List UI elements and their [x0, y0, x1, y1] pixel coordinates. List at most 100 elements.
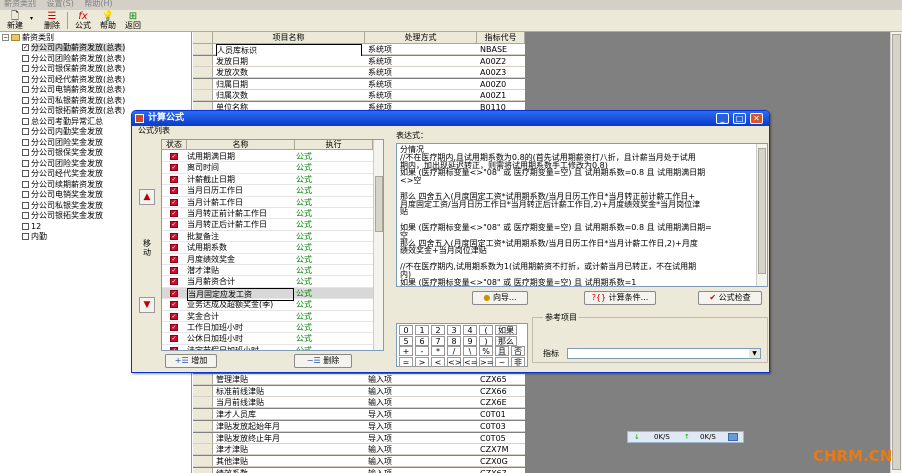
- row-indicator[interactable]: [193, 432, 213, 444]
- enabled-check-icon[interactable]: ✓: [170, 232, 178, 240]
- table-row[interactable]: 标准前线津贴 输入项 CZX66: [213, 385, 525, 397]
- formula-row[interactable]: ✓ 公休日加班小时 公式: [162, 333, 373, 345]
- tree-item[interactable]: ✓ 分公司内勤薪资发放(总表): [22, 43, 126, 53]
- key-button[interactable]: 6: [415, 335, 429, 346]
- tree-item[interactable]: 12: [22, 222, 41, 232]
- key-button[interactable]: 否: [511, 346, 525, 357]
- key-button[interactable]: 非: [511, 356, 525, 367]
- checkbox[interactable]: [22, 170, 29, 177]
- tree-item[interactable]: 分公司团险奖金发放: [22, 159, 103, 169]
- expression-scrollbar[interactable]: [756, 144, 767, 286]
- tree-item[interactable]: 分公司团险薪资发放(总表): [22, 54, 125, 64]
- checkbox[interactable]: [22, 233, 29, 240]
- grid-header-method[interactable]: 处理方式: [365, 32, 477, 44]
- enabled-check-icon[interactable]: ✓: [170, 198, 178, 206]
- checkbox[interactable]: [22, 107, 29, 114]
- formula-row[interactable]: ✓ 当月转正后计薪工作日 公式: [162, 219, 373, 231]
- monitor-icon[interactable]: [728, 433, 738, 441]
- checkbox[interactable]: [22, 212, 29, 219]
- checkbox[interactable]: [22, 75, 29, 83]
- checkbox[interactable]: [22, 138, 29, 146]
- expression-editor[interactable]: 分情况//不在医疗期内,且试用期系数为0.8的(首先试用期薪资打八折，且计薪当月…: [396, 143, 768, 287]
- tree-item[interactable]: 分公司续期薪资发放: [22, 180, 103, 190]
- checkbox[interactable]: [22, 180, 29, 188]
- grid-scroll-thumb[interactable]: [892, 34, 901, 470]
- table-row[interactable]: 归属次数 系统项 A00Z1: [213, 90, 525, 102]
- key-button[interactable]: /: [447, 346, 461, 357]
- return-button[interactable]: ⊞ 返回: [121, 11, 145, 31]
- formula-row[interactable]: ✓ 试用期满日期 公式: [162, 151, 373, 163]
- checkbox[interactable]: [22, 159, 29, 167]
- enabled-check-icon[interactable]: ✓: [170, 346, 178, 350]
- key-button[interactable]: 3: [447, 325, 461, 335]
- key-button[interactable]: %: [479, 346, 493, 357]
- tree-item[interactable]: 分公司经代薪资发放(总表): [22, 75, 125, 85]
- key-button[interactable]: 2: [431, 325, 445, 335]
- checkbox[interactable]: ✓: [22, 44, 29, 51]
- formula-row[interactable]: ✓ 奖金合计 公式: [162, 311, 373, 322]
- row-indicator[interactable]: [193, 385, 213, 397]
- key-button[interactable]: ): [479, 335, 493, 346]
- delete-formula-button[interactable]: −☰ 删除: [294, 354, 352, 368]
- table-row[interactable]: 管理津贴 输入项 CZX65: [213, 374, 525, 385]
- move-up-button[interactable]: ▲: [139, 189, 155, 205]
- calc-condition-button[interactable]: ?{} 计算条件...: [584, 291, 656, 305]
- enabled-check-icon[interactable]: ✓: [170, 278, 178, 286]
- checkbox[interactable]: [22, 149, 29, 156]
- tree-item[interactable]: 分公司私银薪资发放(总表): [22, 96, 125, 106]
- list-header-exec[interactable]: 执行: [295, 140, 373, 150]
- formula-row[interactable]: ✓ 法定节假日加班小时 公式: [162, 345, 373, 350]
- table-row[interactable]: 津才人员库 导入项 C0T01: [213, 409, 525, 421]
- enabled-check-icon[interactable]: ✓: [170, 267, 178, 274]
- formula-row[interactable]: ✓ 计薪截止日期 公式: [162, 174, 373, 186]
- key-button[interactable]: <: [431, 356, 445, 367]
- tree-root[interactable]: − 薪资类别: [2, 33, 54, 43]
- enabled-check-icon[interactable]: ✓: [170, 324, 178, 331]
- enabled-check-icon[interactable]: ✓: [170, 187, 178, 195]
- tree-item[interactable]: 分公司银保薪资发放(总表): [22, 64, 125, 74]
- indicator-select[interactable]: ▼: [567, 348, 761, 359]
- row-indicator[interactable]: [193, 78, 213, 90]
- table-row[interactable]: 当月前线津贴 输入项 CZX6E: [213, 397, 525, 409]
- key-button[interactable]: \: [463, 346, 477, 357]
- formula-list-scrollbar[interactable]: [373, 140, 383, 350]
- table-row[interactable]: 归属日期 系统项 A00Z0: [213, 78, 525, 90]
- tree-item[interactable]: 分公司团险奖金发放: [22, 138, 103, 148]
- table-row[interactable]: 发放次数 系统项 A00Z3: [213, 67, 525, 79]
- row-indicator[interactable]: [193, 467, 213, 473]
- collapse-icon[interactable]: −: [2, 34, 9, 41]
- key-button[interactable]: (: [479, 325, 493, 335]
- add-formula-button[interactable]: +☰ 增加: [165, 354, 217, 368]
- key-button[interactable]: -: [415, 346, 429, 357]
- delete-button[interactable]: ☰ 删除: [40, 11, 64, 31]
- checkbox[interactable]: [22, 128, 29, 135]
- row-indicator[interactable]: [193, 374, 213, 385]
- formula-row[interactable]: ✓ 当月计薪工作日 公式: [162, 197, 373, 208]
- dropdown-arrow-icon[interactable]: ▾: [30, 15, 33, 22]
- tree-item[interactable]: 分公司经代奖金发放: [22, 169, 103, 179]
- tree-item[interactable]: 分公司内勤奖金发放: [22, 127, 103, 137]
- key-button[interactable]: >=: [479, 356, 493, 367]
- formula-row[interactable]: ✓ 当月日历工作日 公式: [162, 185, 373, 197]
- formula-row[interactable]: ✓ 离司时间 公式: [162, 162, 373, 174]
- key-button[interactable]: 那么: [495, 335, 517, 346]
- minimize-button[interactable]: _: [716, 113, 729, 124]
- formula-row[interactable]: ✓ 当月薪资合计 公式: [162, 276, 373, 288]
- tree-item[interactable]: 分公司电销薪资发放(总表): [22, 85, 125, 95]
- tree-item[interactable]: 分公司银保奖金发放: [22, 148, 103, 158]
- table-row[interactable]: 津贴发放起始年月 导入项 C0T03: [213, 420, 525, 432]
- key-button[interactable]: <=: [463, 356, 477, 367]
- formula-row[interactable]: ✓ 月度绩效奖金 公式: [162, 254, 373, 265]
- key-button[interactable]: 9: [463, 335, 477, 346]
- tree-item[interactable]: 内勤: [22, 232, 47, 242]
- enabled-check-icon[interactable]: ✓: [170, 221, 178, 229]
- enabled-check-icon[interactable]: ✓: [170, 335, 178, 343]
- enabled-check-icon[interactable]: ✓: [170, 175, 178, 183]
- tree-item[interactable]: 总公司考勤异常汇总: [22, 117, 103, 127]
- enabled-check-icon[interactable]: ✓: [170, 153, 178, 160]
- checkbox[interactable]: [22, 117, 29, 125]
- key-button[interactable]: 4: [463, 325, 477, 335]
- menu-item[interactable]: 帮助(H): [84, 0, 112, 8]
- table-row[interactable]: 人员库标识 系统项 NBASE: [213, 44, 525, 57]
- grid-header-code[interactable]: 指标代号: [477, 32, 525, 44]
